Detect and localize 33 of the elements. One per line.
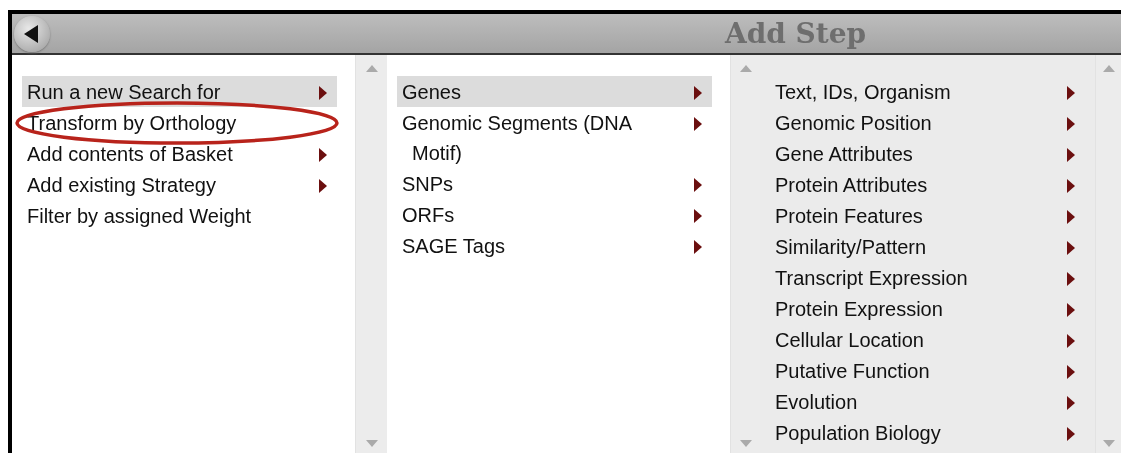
scroll-up-icon[interactable] [1102,65,1115,72]
scrollbar[interactable] [730,55,760,453]
menu-item[interactable]: Protein Expression [770,293,1085,324]
menu-item[interactable]: Genes [397,76,712,107]
menu-item[interactable]: Cellular Location [770,324,1085,355]
window-title: Add Step [723,17,868,50]
menu-item[interactable]: Gene Attributes [770,138,1085,169]
menu-item[interactable]: Population Biology [770,417,1085,448]
menu-item[interactable]: Evolution [770,386,1085,417]
back-arrow-icon [24,24,40,43]
scrollbar[interactable] [355,55,387,453]
menu-item[interactable]: Transcript Expression [770,262,1085,293]
scroll-up-icon[interactable] [365,65,378,72]
menu-item[interactable]: Filter by assigned Weight [22,200,337,231]
menu-item[interactable]: Putative Function [770,355,1085,386]
menu-item[interactable]: SNPs [397,168,712,199]
menu-item[interactable]: SAGE Tags [397,230,712,261]
menu-item[interactable]: Genomic Segments (DNA Motif) [397,107,712,168]
menu-item[interactable]: Run a new Search for [22,76,337,107]
menu-item[interactable]: Protein Features [770,200,1085,231]
scroll-down-icon[interactable] [739,440,752,447]
menu-item[interactable]: Add existing Strategy [22,169,337,200]
menu-item[interactable]: Similarity/Pattern [770,231,1085,262]
scroll-down-icon[interactable] [365,440,378,447]
scroll-up-icon[interactable] [739,65,752,72]
menu-item[interactable]: Text, IDs, Organism [770,76,1085,107]
menu-item[interactable]: Genomic Position [770,107,1085,138]
menu-item[interactable]: Protein Attributes [770,169,1085,200]
scroll-down-icon[interactable] [1102,440,1115,447]
scrollbar[interactable] [1095,55,1121,453]
back-button[interactable] [14,15,50,52]
menu-item[interactable]: Add contents of Basket [22,138,337,169]
menu-item[interactable]: ORFs [397,199,712,230]
